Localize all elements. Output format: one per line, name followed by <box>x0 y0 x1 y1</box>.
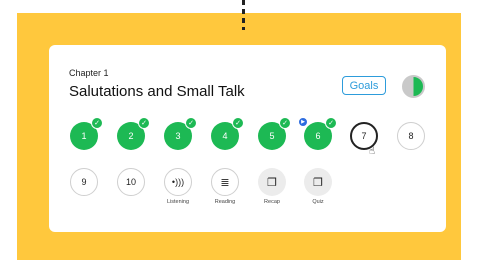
recap-icon: ❐ <box>267 176 277 189</box>
check-icon: ✓ <box>325 117 337 129</box>
check-icon: ✓ <box>232 117 244 129</box>
check-icon: ✓ <box>138 117 150 129</box>
check-icon: ✓ <box>279 117 291 129</box>
lesson-node-6[interactable]: 6 ▶ ✓ <box>298 117 337 150</box>
lesson-number: 5 <box>269 131 275 141</box>
activity-label-reading: Reading <box>214 199 236 205</box>
lesson-number: 1 <box>81 131 87 141</box>
recap-activity-button[interactable]: ❐ <box>258 168 286 196</box>
lesson-number: 4 <box>222 131 228 141</box>
chapter-title: Salutations and Small Talk <box>69 83 245 100</box>
hand-cursor-icon: ☝ <box>369 146 376 157</box>
quiz-activity-button[interactable]: ❐ <box>304 168 332 196</box>
check-icon: ✓ <box>185 117 197 129</box>
check-icon: ✓ <box>91 117 103 129</box>
activity-label-quiz: Quiz <box>312 199 324 205</box>
lesson-node-1[interactable]: 1 ✓ <box>70 117 103 150</box>
lesson-node-3[interactable]: 3 ✓ <box>164 117 197 150</box>
reading-activity-button[interactable]: ≣ <box>211 168 239 196</box>
lesson-number: 2 <box>128 131 134 141</box>
lesson-number: 3 <box>175 131 181 141</box>
play-icon: ▶ <box>298 117 308 127</box>
activity-label-recap: Recap <box>264 199 280 205</box>
lesson-number: 7 <box>361 131 367 141</box>
lesson-node-2[interactable]: 2 ✓ <box>117 117 150 150</box>
lesson-node-9[interactable]: 9 <box>70 168 98 196</box>
goals-button[interactable]: Goals <box>342 76 386 95</box>
lesson-node-8[interactable]: 8 <box>397 122 425 150</box>
lesson-number: 6 <box>315 131 321 141</box>
listening-activity-button[interactable]: •))) <box>164 168 192 196</box>
progress-pie-icon <box>402 75 425 98</box>
lesson-node-5[interactable]: 5 ✓ <box>258 117 291 150</box>
lesson-number: 8 <box>408 131 414 141</box>
lesson-node-4[interactable]: 4 ✓ <box>211 117 244 150</box>
listening-icon: •))) <box>171 177 185 187</box>
reading-icon: ≣ <box>220 176 230 189</box>
chapter-label: Chapter 1 <box>69 68 109 78</box>
path-connector <box>242 0 245 30</box>
lesson-node-10[interactable]: 10 <box>117 168 145 196</box>
lesson-number: 10 <box>125 177 136 187</box>
lesson-number: 9 <box>81 177 87 187</box>
chapter-card: Chapter 1 Salutations and Small Talk Goa… <box>49 45 446 232</box>
activity-label-listening: Listening <box>166 199 190 205</box>
quiz-icon: ❐ <box>313 176 323 189</box>
